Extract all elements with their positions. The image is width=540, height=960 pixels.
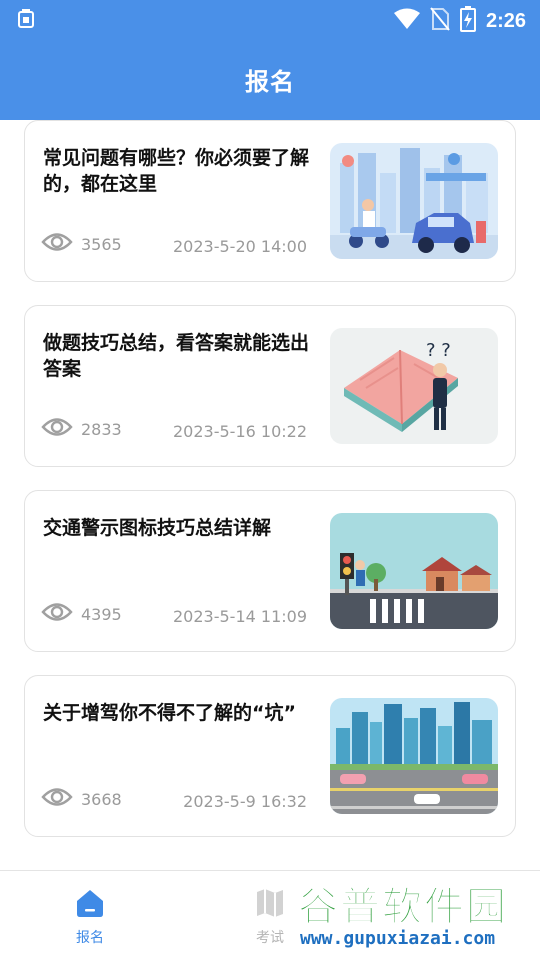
wifi-icon (393, 8, 420, 34)
article-card[interactable]: 常见问题有哪些？你必须要了解的，都在这里 3565 2023-5-20 14:0… (24, 120, 516, 282)
clock: 2:26 (485, 9, 526, 32)
eye-icon (41, 416, 73, 442)
map-icon (254, 889, 286, 923)
home-icon (74, 890, 106, 923)
article-title: 关于增驾你不得不了解的“坑” (43, 702, 296, 724)
article-thumbnail (330, 143, 498, 259)
page-title: 报名 (245, 67, 295, 96)
article-title: 常见问题有哪些？你必须要了解的，都在这里 (43, 147, 310, 195)
app-bar: 报名 (0, 38, 540, 120)
eye-icon (41, 231, 73, 257)
article-title: 交通警示图标技巧总结详解 (43, 517, 272, 539)
article-thumbnail (330, 513, 498, 629)
article-card[interactable]: 关于增驾你不得不了解的“坑” 3668 2023-5-9 16:32 (24, 675, 516, 837)
view-count: 4395 (81, 604, 122, 624)
no-sim-icon (430, 7, 450, 35)
article-title: 做题技巧总结，看答案就能选出答案 (43, 332, 310, 380)
battery-charging-icon (459, 6, 476, 36)
publish-date: 2023-5-20 14:00 (173, 237, 307, 256)
publish-date: 2023-5-9 16:32 (183, 792, 307, 811)
svg-text:? ?: ? ? (426, 340, 451, 361)
status-bar: 2:26 (0, 0, 540, 38)
article-list[interactable]: 常见问题有哪些？你必须要了解的，都在这里 3565 2023-5-20 14:0… (0, 120, 540, 870)
view-count: 3565 (81, 234, 122, 254)
tab-signup-label: 报名 (76, 930, 104, 946)
watermark-logo: 谷普软件园 www.gupuxiazai.com (292, 872, 536, 958)
bottom-tab-bar: 报名 考试 谷普软件园 www.gupuxiazai.com (0, 870, 540, 960)
lock-notification-icon (18, 9, 34, 33)
article-thumbnail: ? ? (330, 328, 498, 444)
eye-icon (41, 786, 73, 812)
eye-icon (41, 601, 73, 627)
watermark-brand: 谷普软件园 (298, 884, 508, 931)
view-count: 3668 (81, 789, 122, 809)
article-card[interactable]: 做题技巧总结，看答案就能选出答案 2833 2023-5-16 10:22 ? … (24, 305, 516, 467)
tab-signup[interactable]: 报名 (50, 887, 130, 947)
watermark-url: www.gupuxiazai.com (300, 928, 496, 949)
publish-date: 2023-5-16 10:22 (173, 422, 307, 441)
article-thumbnail (330, 698, 498, 814)
view-count: 2833 (81, 419, 122, 439)
publish-date: 2023-5-14 11:09 (173, 607, 307, 626)
article-card[interactable]: 交通警示图标技巧总结详解 4395 2023-5-14 11:09 (24, 490, 516, 652)
